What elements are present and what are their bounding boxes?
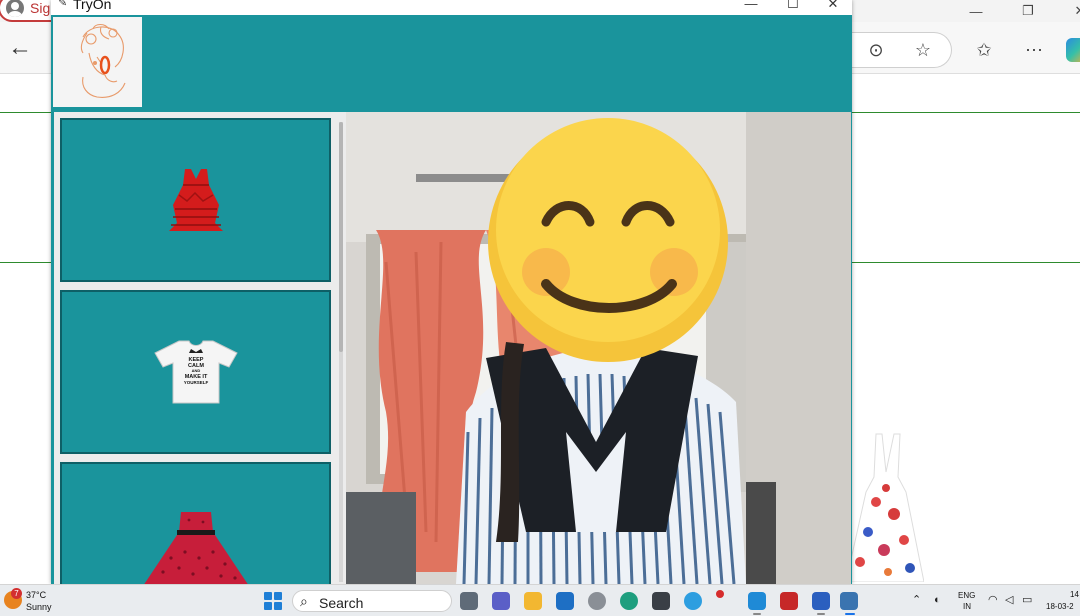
wifi-icon[interactable]: ◠ xyxy=(988,594,998,606)
tray-app-icon[interactable]: ◐ xyxy=(934,594,941,606)
vscode-icon[interactable] xyxy=(748,592,766,610)
more-tools-icon[interactable]: ⊙ xyxy=(864,38,888,62)
window-title: TryOn xyxy=(73,0,112,12)
weather-badge: 7 xyxy=(11,588,22,599)
feather-icon: ✎ xyxy=(58,0,68,9)
floral-dress-image xyxy=(846,433,924,582)
weather-temperature[interactable]: 37°C xyxy=(26,590,46,600)
battery-icon[interactable]: ▭ xyxy=(1022,594,1032,606)
python-icon[interactable] xyxy=(840,592,858,610)
scrollbar-thumb[interactable] xyxy=(339,122,343,352)
file-explorer-icon[interactable] xyxy=(524,592,542,610)
photos-icon[interactable] xyxy=(588,592,606,610)
word-icon[interactable] xyxy=(812,592,830,610)
running-indicator xyxy=(817,613,825,615)
garment-card-red-top[interactable] xyxy=(60,118,331,282)
taskbar: 7 37°C Sunny ⌕ Search ⌃ ◐ ENG IN ◠ ◁ ▭ 1… xyxy=(0,584,1080,616)
garment-card-tshirt[interactable]: KEEP CALM AND MAKE IT YOURSELF xyxy=(60,290,331,454)
start-button[interactable] xyxy=(264,592,282,610)
tray-chevron-icon[interactable]: ⌃ xyxy=(912,594,921,606)
language-bottom[interactable]: IN xyxy=(963,602,971,611)
favorites-list-icon[interactable]: ✩ xyxy=(972,38,996,62)
edge-icon[interactable] xyxy=(620,592,638,610)
tryon-minimize-button[interactable]: — xyxy=(737,0,765,14)
tryon-titlebar: ✎ TryOn — ☐ ✕ xyxy=(51,0,852,15)
red-ruffle-top-image xyxy=(168,169,223,231)
clock-time[interactable]: 14 xyxy=(1070,590,1079,599)
app-logo xyxy=(53,17,142,107)
favorite-star-icon[interactable]: ☆ xyxy=(911,38,935,62)
tshirt-print-line: YOURSELF xyxy=(183,380,208,385)
browser-maximize-button[interactable]: ❐ xyxy=(1008,0,1048,22)
app-header xyxy=(51,15,852,110)
mcafee-icon[interactable] xyxy=(780,592,798,610)
garment-list: KEEP CALM AND MAKE IT YOURSELF xyxy=(54,112,346,584)
tryon-maximize-button[interactable]: ☐ xyxy=(779,0,807,14)
copilot-icon[interactable] xyxy=(1066,38,1080,62)
chrome-icon[interactable] xyxy=(684,592,702,610)
tryon-close-button[interactable]: ✕ xyxy=(819,0,847,14)
more-menu-icon[interactable]: ⋯ xyxy=(1022,38,1046,62)
weather-condition[interactable]: Sunny xyxy=(26,602,52,612)
volume-icon[interactable]: ◁ xyxy=(1005,594,1013,606)
back-arrow-icon[interactable]: ← xyxy=(8,36,32,60)
signin-label: Sig xyxy=(30,0,51,16)
teams-icon[interactable] xyxy=(492,592,510,610)
tshirt-print-line: AND xyxy=(191,368,200,373)
app-icon[interactable] xyxy=(556,592,574,610)
red-polka-dress-image xyxy=(143,512,248,584)
garment-card-polka-dress[interactable] xyxy=(60,462,331,584)
tryon-window: ✎ TryOn — ☐ ✕ KEEP CALM AND MAKE IT YOUR… xyxy=(51,0,852,584)
webcam-preview xyxy=(346,112,851,584)
store-icon[interactable] xyxy=(652,592,670,610)
taskbar-search[interactable]: ⌕ Search xyxy=(292,590,452,612)
browser-close-button[interactable]: ✕ xyxy=(1060,0,1080,22)
search-icon: ⌕ xyxy=(300,593,308,609)
language-top[interactable]: ENG xyxy=(958,591,975,600)
browser-minimize-button[interactable]: — xyxy=(956,0,996,22)
notification-dot xyxy=(716,590,724,598)
search-placeholder: Search xyxy=(319,595,364,611)
clock-date[interactable]: 18-03-2 xyxy=(1046,602,1074,611)
running-indicator xyxy=(845,613,855,615)
running-indicator xyxy=(753,613,761,615)
task-view-icon[interactable] xyxy=(460,592,478,610)
profile-avatar-icon xyxy=(6,0,24,17)
keep-calm-tshirt-image: KEEP CALM AND MAKE IT YOURSELF xyxy=(153,340,238,404)
